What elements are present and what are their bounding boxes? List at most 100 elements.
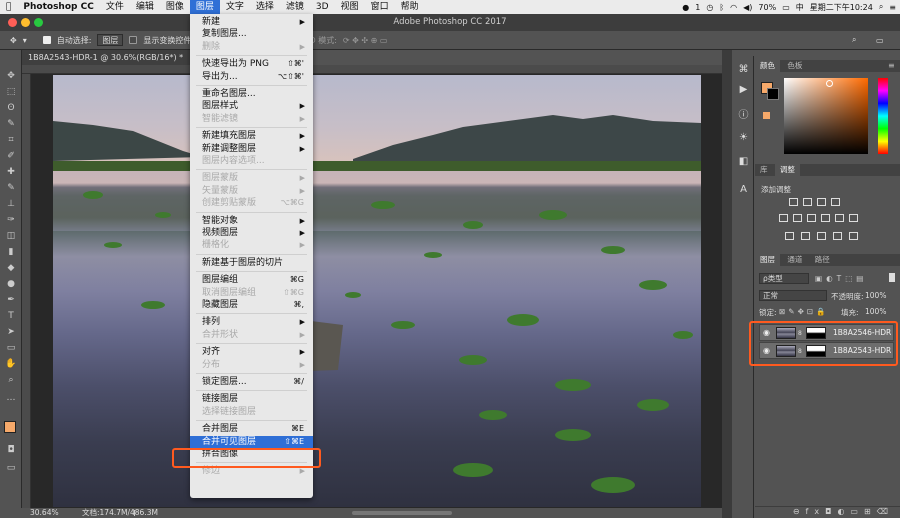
black-white-icon[interactable] bbox=[821, 214, 830, 222]
history-brush-icon[interactable]: ✑ bbox=[5, 215, 17, 225]
menu-item-41[interactable]: 合并可见图层 ⇧⌘E bbox=[190, 435, 313, 448]
type-tool-icon[interactable]: T bbox=[5, 311, 17, 321]
tab-channels[interactable]: 通道 bbox=[782, 254, 807, 266]
menu-item-40[interactable]: 合并图层 ⌘E bbox=[190, 423, 313, 435]
quick-select-tool-icon[interactable]: ✎ bbox=[5, 119, 17, 129]
link-layers-icon[interactable]: ⊖ bbox=[793, 507, 806, 516]
search-icon[interactable]: ⌕ bbox=[879, 2, 883, 12]
tab-swatches[interactable]: 色板 bbox=[782, 60, 807, 72]
menu-item-11[interactable]: 新建填充图层 ▶ bbox=[190, 130, 313, 142]
menu-item-19[interactable]: 智能对象 ▶ bbox=[190, 215, 313, 227]
menu-item-30[interactable]: 合并形状 ▶ bbox=[190, 329, 313, 341]
clock-icon[interactable]: ◷ bbox=[706, 3, 713, 12]
menubar-datetime[interactable]: 星期二下午10:24 bbox=[810, 2, 873, 13]
menu-help[interactable]: 帮助 bbox=[395, 0, 425, 14]
zoom-tool-icon[interactable]: ⌕ bbox=[5, 375, 17, 385]
menu-item-13[interactable]: 图层内容选项... bbox=[190, 155, 313, 167]
levels-icon[interactable] bbox=[803, 198, 812, 206]
menu-item-26[interactable]: 取消图层编组 ⇧⌘G bbox=[190, 287, 313, 299]
tab-paths[interactable]: 路径 bbox=[810, 254, 835, 266]
menu-item-27[interactable]: 隐藏图层 ⌘, bbox=[190, 299, 313, 311]
brush-tool-icon[interactable]: ✎ bbox=[5, 183, 17, 193]
auto-select-dropdown[interactable]: 图层 bbox=[97, 34, 124, 46]
filter-toggle-icon[interactable] bbox=[889, 273, 895, 282]
landscape-photo[interactable] bbox=[53, 75, 701, 507]
color-picker-field[interactable] bbox=[784, 78, 868, 154]
opacity-value[interactable]: 100% bbox=[865, 291, 886, 300]
vibrance-icon[interactable] bbox=[779, 214, 788, 222]
menu-item-37[interactable]: 链接图层 bbox=[190, 393, 313, 405]
zoom-level[interactable]: 30.64% bbox=[30, 508, 59, 518]
menu-window[interactable]: 窗口 bbox=[365, 0, 395, 14]
stamp-tool-icon[interactable]: ⊥ bbox=[5, 199, 17, 209]
tab-libraries[interactable]: 库 bbox=[755, 164, 773, 176]
invert-icon[interactable] bbox=[785, 232, 794, 240]
menu-file[interactable]: 文件 bbox=[100, 0, 130, 14]
menu-item-8[interactable]: 图层样式 ▶ bbox=[190, 100, 313, 112]
zoom-window-icon[interactable] bbox=[34, 18, 43, 27]
layer-filter-icons[interactable]: ▣◐T⬚▤ bbox=[815, 274, 867, 283]
menu-item-1[interactable]: 复制图层... bbox=[190, 28, 313, 40]
tab-adjustments[interactable]: 调整 bbox=[774, 164, 800, 176]
app-menu[interactable]: Photoshop CC bbox=[17, 0, 99, 14]
menu-item-7[interactable]: 重命名图层... bbox=[190, 88, 313, 100]
add-mask-icon[interactable]: ◘ bbox=[825, 507, 837, 516]
menu-item-16[interactable]: 矢量蒙版 ▶ bbox=[190, 185, 313, 197]
healing-tool-icon[interactable]: ✚ bbox=[5, 167, 17, 177]
menu-edit[interactable]: 编辑 bbox=[130, 0, 160, 14]
horizontal-scrollbar[interactable] bbox=[352, 511, 452, 515]
gradient-map-icon[interactable] bbox=[833, 232, 842, 240]
group-icon[interactable]: ▭ bbox=[850, 507, 864, 516]
panel-menu-icon[interactable]: ≡ bbox=[888, 61, 895, 70]
minimize-window-icon[interactable] bbox=[21, 18, 30, 27]
history-icon[interactable]: ⌘ bbox=[738, 64, 749, 75]
lasso-tool-icon[interactable]: ʘ bbox=[5, 103, 17, 113]
quick-mask-icon[interactable]: ◘ bbox=[5, 445, 17, 455]
horizontal-ruler[interactable] bbox=[22, 65, 722, 74]
show-transform-checkbox[interactable] bbox=[129, 36, 138, 44]
menu-item-4[interactable]: 快速导出为 PNG ⇧⌘' bbox=[190, 58, 313, 70]
menu-item-5[interactable]: 导出为... ⌥⇧⌘' bbox=[190, 71, 313, 83]
menu-layer[interactable]: 图层 bbox=[189, 0, 220, 14]
photo-filter-icon[interactable] bbox=[835, 214, 844, 222]
menu-item-29[interactable]: 排列 ▶ bbox=[190, 316, 313, 328]
menu-item-15[interactable]: 图层蒙版 ▶ bbox=[190, 172, 313, 184]
menu-item-35[interactable]: 锁定图层... ⌘/ bbox=[190, 376, 313, 388]
move-tool-icon[interactable]: ✥ bbox=[10, 36, 17, 45]
menu-item-33[interactable]: 分布 ▶ bbox=[190, 359, 313, 371]
vertical-ruler[interactable] bbox=[22, 74, 31, 508]
color-balance-icon[interactable] bbox=[807, 214, 816, 222]
menu-3d[interactable]: 3D bbox=[310, 0, 335, 14]
close-window-icon[interactable] bbox=[8, 18, 17, 27]
menu-item-20[interactable]: 视频图层 ▶ bbox=[190, 227, 313, 239]
threshold-icon[interactable] bbox=[817, 232, 826, 240]
fill-value[interactable]: 100% bbox=[865, 307, 886, 316]
selective-color-icon[interactable] bbox=[849, 232, 858, 240]
chevron-down-icon[interactable]: ▾ bbox=[23, 36, 27, 45]
posterize-icon[interactable] bbox=[801, 232, 810, 240]
search-icon[interactable]: ⌕ bbox=[852, 35, 856, 45]
crop-tool-icon[interactable]: ⌗ bbox=[5, 135, 17, 145]
brush-settings-icon[interactable]: ☀ bbox=[738, 132, 749, 143]
3d-orbit-icon[interactable]: ⟳ ✥ ✣ ⊕ ▭ bbox=[343, 36, 388, 45]
clone-source-icon[interactable]: ◧ bbox=[738, 156, 749, 167]
volume-icon[interactable]: ◀) bbox=[743, 3, 752, 12]
menu-image[interactable]: 图像 bbox=[160, 0, 190, 14]
play-actions-icon[interactable]: ▶ bbox=[738, 84, 749, 95]
hue-saturation-icon[interactable] bbox=[793, 214, 802, 222]
menu-item-38[interactable]: 选择链接图层 bbox=[190, 406, 313, 418]
layer-filter-dropdown[interactable]: ρ类型 bbox=[759, 273, 809, 284]
bluetooth-icon[interactable]: ᛒ bbox=[719, 3, 724, 12]
gradient-tool-icon[interactable]: ▮ bbox=[5, 247, 17, 257]
more-tools-icon[interactable]: … bbox=[5, 393, 17, 403]
eyedropper-tool-icon[interactable]: ✐ bbox=[5, 151, 17, 161]
apple-icon[interactable]:  bbox=[0, 0, 17, 14]
battery-icon[interactable]: ▭ bbox=[782, 3, 790, 12]
menu-item-12[interactable]: 新建调整图层 ▶ bbox=[190, 143, 313, 155]
menu-item-0[interactable]: 新建 ▶ bbox=[190, 16, 313, 28]
dodge-tool-icon[interactable]: ● bbox=[5, 279, 17, 289]
hand-tool-icon[interactable]: ✋ bbox=[5, 359, 17, 369]
adjustment-layer-icon[interactable]: ◐ bbox=[837, 507, 850, 516]
lock-icons[interactable]: ⊠✎✥⊡🔒 bbox=[779, 307, 828, 316]
menu-item-23[interactable]: 新建基于图层的切片 bbox=[190, 257, 313, 269]
